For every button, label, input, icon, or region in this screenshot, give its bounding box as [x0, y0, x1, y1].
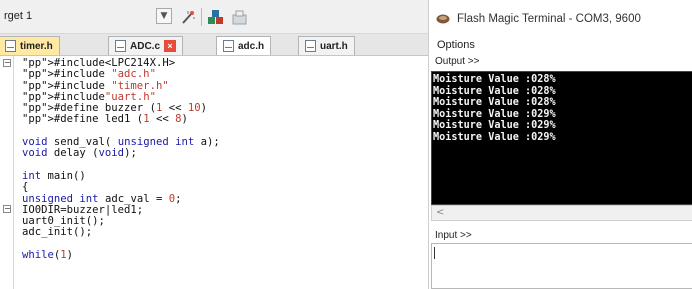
editor-gutter: − −	[0, 56, 14, 289]
output-label: Output >>	[435, 56, 480, 67]
toolbar-separator	[201, 8, 202, 26]
output-line: Moisture Value :028%	[433, 74, 556, 85]
horizontal-scrollbar[interactable]: <	[431, 205, 692, 221]
editor-tabs: timer.h ADC.c × adc.h uart.h	[0, 34, 428, 56]
options-wand-icon[interactable]	[178, 7, 198, 27]
input-label: Input >>	[435, 230, 472, 241]
output-text: Moisture Value :028% Moisture Value :028%…	[433, 74, 556, 144]
flash-magic-terminal-window: Flash Magic Terminal - COM3, 9600 Option…	[428, 0, 692, 289]
document-icon	[305, 40, 316, 52]
tab-uart-h[interactable]: uart.h	[298, 36, 355, 55]
tab-label: ADC.c	[130, 40, 161, 52]
source-code[interactable]: "pp">#include<LPC214X.H> "pp">#include "a…	[22, 57, 220, 261]
code-editor[interactable]: − − "pp">#include<LPC214X.H> "pp">#includ…	[0, 56, 428, 289]
document-icon	[223, 40, 234, 52]
tab-label: uart.h	[320, 40, 348, 52]
terminal-input[interactable]	[431, 243, 692, 289]
fold-collapse-icon[interactable]: −	[3, 59, 11, 67]
code-line[interactable]: "pp">#define led1 (1 << 8)	[22, 114, 220, 126]
target-selector[interactable]: rget 1	[4, 10, 32, 22]
chevron-down-icon[interactable]: ▼	[156, 8, 172, 24]
tab-label: adc.h	[238, 40, 265, 52]
document-icon	[5, 40, 16, 52]
output-line: Moisture Value :029%	[433, 131, 556, 143]
tab-adc-c[interactable]: ADC.c ×	[108, 36, 184, 55]
close-icon[interactable]: ×	[164, 40, 177, 52]
text-cursor	[434, 247, 435, 259]
ide-window: rget 1 ▼ timer.h ADC.c × adc.h uart.h − …	[0, 0, 428, 289]
ide-toolbar: rget 1 ▼	[0, 0, 428, 34]
code-line[interactable]: int main()	[22, 170, 220, 182]
pack-installer-icon[interactable]	[230, 7, 250, 27]
tab-label: timer.h	[20, 40, 53, 52]
window-title: Flash Magic Terminal - COM3, 9600	[457, 13, 641, 25]
fold-collapse-icon[interactable]: −	[3, 205, 11, 213]
window-title-bar: Flash Magic Terminal - COM3, 9600	[429, 10, 692, 30]
menu-options[interactable]: Options	[437, 39, 475, 51]
output-line: Moisture Value :029%	[433, 108, 556, 120]
tab-timer-h[interactable]: timer.h	[0, 36, 60, 55]
scroll-left-arrow-icon[interactable]: <	[436, 207, 444, 218]
output-line: Moisture Value :028%	[433, 97, 556, 109]
code-line[interactable]: while(1)	[22, 249, 220, 261]
flash-magic-app-icon	[436, 13, 450, 25]
output-line: Moisture Value :029%	[433, 120, 556, 132]
terminal-output[interactable]: Moisture Value :028% Moisture Value :028%…	[431, 71, 692, 205]
manage-components-icon[interactable]	[206, 7, 226, 27]
output-line: Moisture Value :028%	[433, 85, 556, 97]
code-line[interactable]: void delay (void);	[22, 148, 220, 160]
tab-adc-h[interactable]: adc.h	[216, 36, 272, 55]
code-line[interactable]: adc_init();	[22, 227, 220, 239]
document-icon	[115, 40, 126, 52]
